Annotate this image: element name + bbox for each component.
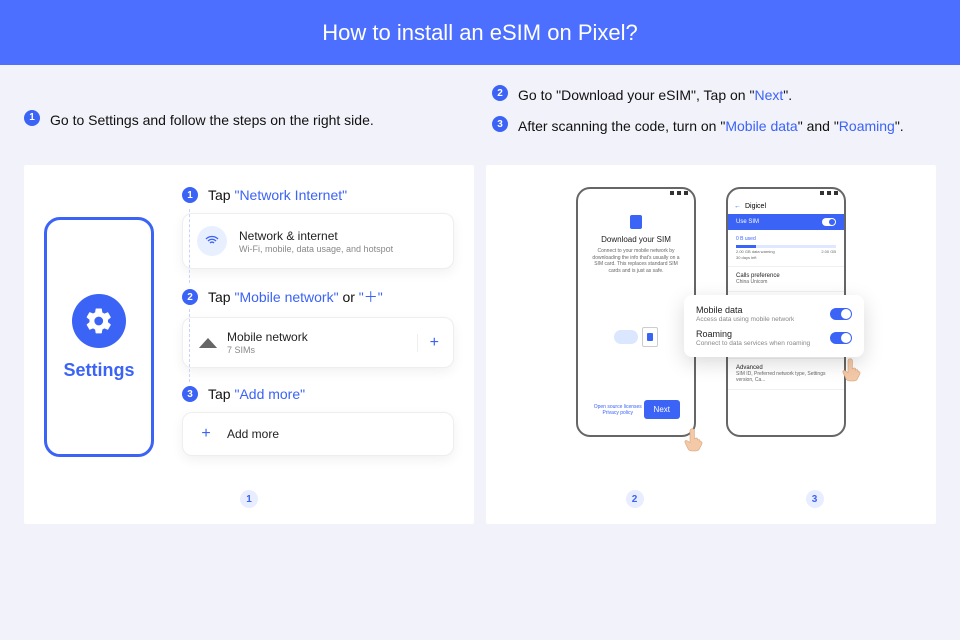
- intro-left: 1 Go to Settings and follow the steps on…: [24, 85, 468, 147]
- page-title: How to install an eSIM on Pixel?: [322, 20, 638, 46]
- intro-right-text-2: After scanning the code, turn on "Mobile…: [518, 116, 904, 137]
- step-3: 3 Tap "Add more" + Add more: [182, 386, 454, 456]
- step-2: 2 Tap "Mobile network" or "＋" Mobile net…: [182, 287, 454, 368]
- steps-column: 1 Tap "Network Internet" Network & inter…: [182, 187, 454, 474]
- intro-bullet-2: 2 Go to "Download your eSIM", Tap on "Ne…: [492, 85, 936, 106]
- settings-phone: Settings: [44, 217, 154, 457]
- toggle-icon[interactable]: [830, 332, 852, 344]
- panel-steps: Settings 1 Tap "Network Internet": [24, 165, 474, 524]
- toggles-popup: Mobile data Access data using mobile net…: [684, 295, 864, 357]
- plus-icon[interactable]: +: [417, 334, 439, 352]
- intro-right: 2 Go to "Download your eSIM", Tap on "Ne…: [492, 85, 936, 147]
- plus-icon: +: [197, 425, 215, 443]
- step-1-text: Tap "Network Internet": [208, 187, 347, 203]
- step-number-badge: 1: [24, 110, 40, 126]
- data-usage-section: 0 B used 2.00 GB data warning2.00 GB 30 …: [728, 230, 844, 267]
- card-title: Add more: [227, 427, 279, 441]
- panel-badge-2: 2: [626, 490, 644, 508]
- roaming-row[interactable]: Roaming Connect to data services when ro…: [696, 329, 852, 347]
- dashed-connector: [189, 309, 190, 382]
- next-button[interactable]: Next: [644, 400, 680, 419]
- intro-right-text-1: Go to "Download your eSIM", Tap on "Next…: [518, 85, 792, 106]
- phone-mock: Settings: [44, 187, 154, 474]
- content: 1 Go to Settings and follow the steps on…: [0, 65, 960, 544]
- intro-row: 1 Go to Settings and follow the steps on…: [24, 85, 936, 147]
- download-illustration: [588, 274, 684, 400]
- license-links[interactable]: Open source licenses Privacy policy: [592, 404, 644, 416]
- intro-bullet-3: 3 After scanning the code, turn on "Mobi…: [492, 116, 936, 137]
- network-internet-card[interactable]: Network & internet Wi-Fi, mobile, data u…: [182, 213, 454, 269]
- cloud-icon: [614, 330, 638, 344]
- carrier-name: Digicel: [745, 203, 766, 210]
- panel-screens: Download your SIM Connect to your mobile…: [486, 165, 936, 524]
- toggle-icon[interactable]: [830, 308, 852, 320]
- sim-icon: [630, 215, 642, 229]
- step-number-badge: 2: [182, 289, 198, 305]
- panel-badge-1: 1: [240, 490, 258, 508]
- advanced-row[interactable]: Advanced SIM ID, Preferred network type,…: [728, 359, 844, 390]
- step-number-badge: 3: [182, 386, 198, 402]
- panels: Settings 1 Tap "Network Internet": [24, 165, 936, 524]
- back-icon[interactable]: ←: [734, 203, 741, 210]
- card-subtitle: 7 SIMs: [227, 345, 308, 355]
- step-number-badge: 2: [492, 85, 508, 101]
- card-title: Network & internet: [239, 229, 393, 243]
- card-title: Mobile network: [227, 330, 308, 344]
- sim-card-icon: [642, 327, 658, 347]
- step-number-badge: 3: [492, 116, 508, 132]
- tap-hand-icon: [838, 355, 868, 385]
- progress-bar: [736, 245, 836, 248]
- toggle-icon[interactable]: [822, 218, 836, 226]
- step-3-text: Tap "Add more": [208, 386, 305, 402]
- download-desc: Connect to your mobile network by downlo…: [588, 248, 684, 274]
- signal-icon: [199, 338, 217, 348]
- status-bar: [728, 189, 844, 199]
- intro-bullet-1: 1 Go to Settings and follow the steps on…: [24, 110, 374, 131]
- download-sim-screen: Download your SIM Connect to your mobile…: [576, 187, 696, 437]
- status-bar: [578, 189, 694, 199]
- settings-label: Settings: [63, 360, 134, 381]
- step-1: 1 Tap "Network Internet" Network & inter…: [182, 187, 454, 269]
- card-subtitle: Wi-Fi, mobile, data usage, and hotspot: [239, 244, 393, 254]
- calls-pref-row[interactable]: Calls preference China Unicom: [728, 267, 844, 292]
- tap-hand-icon: [680, 425, 710, 455]
- step-number-badge: 1: [182, 187, 198, 203]
- panel-badge-3: 3: [806, 490, 824, 508]
- page-header: How to install an eSIM on Pixel?: [0, 0, 960, 65]
- gear-icon: [72, 294, 126, 348]
- use-sim-row[interactable]: Use SIM: [728, 214, 844, 230]
- mobile-network-card[interactable]: Mobile network 7 SIMs +: [182, 317, 454, 368]
- mobile-data-row[interactable]: Mobile data Access data using mobile net…: [696, 305, 852, 323]
- screen-header: ← Digicel: [728, 199, 844, 214]
- dashed-connector: [189, 209, 190, 283]
- add-more-card[interactable]: + Add more: [182, 412, 454, 456]
- step-2-text: Tap "Mobile network" or "＋": [208, 287, 383, 307]
- intro-left-text: Go to Settings and follow the steps on t…: [50, 110, 374, 131]
- download-title: Download your SIM: [588, 235, 684, 244]
- wifi-icon: [197, 226, 227, 256]
